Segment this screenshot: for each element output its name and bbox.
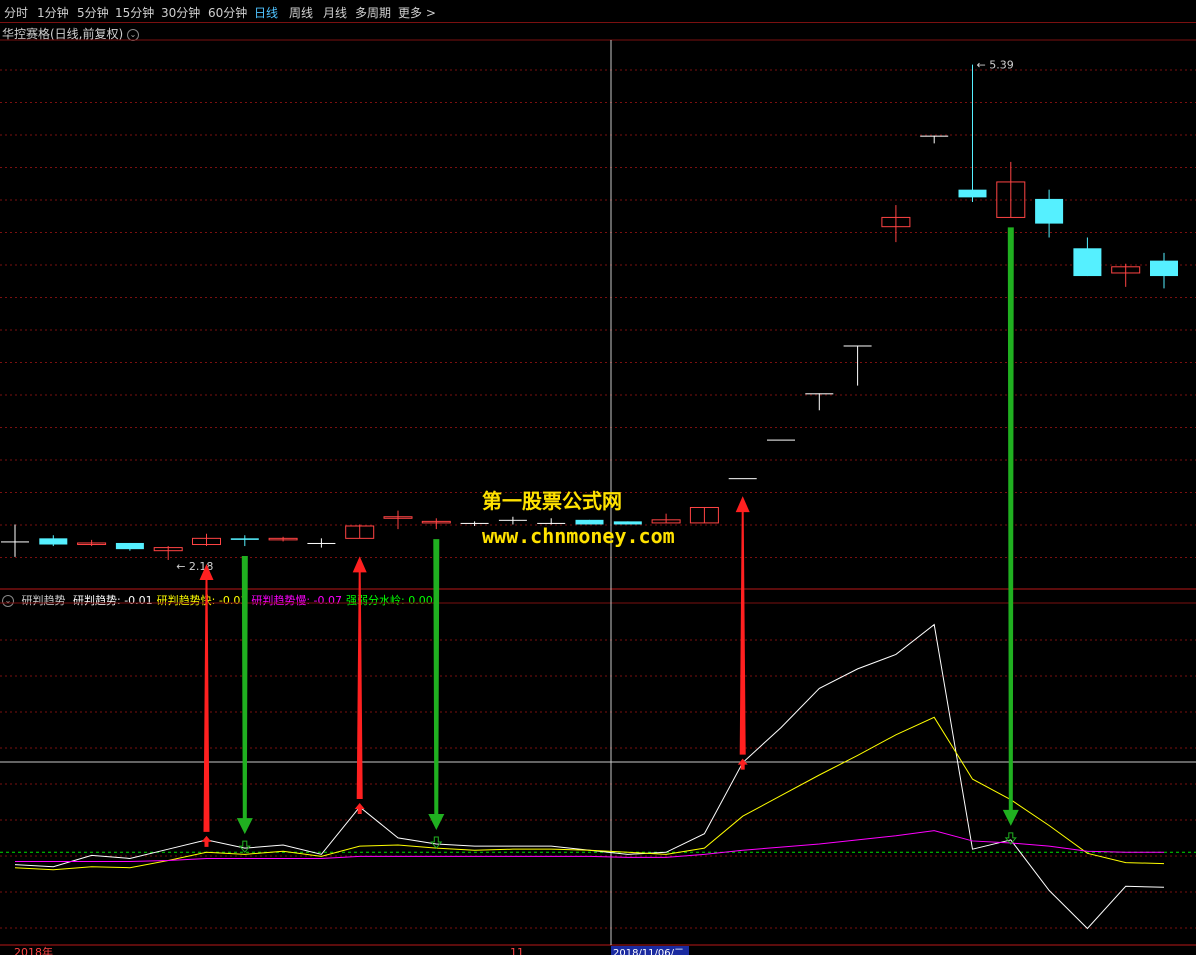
candle-body xyxy=(1073,248,1102,277)
axis-month-label: 11 xyxy=(510,946,524,955)
axis-year-label: 2018年 xyxy=(14,945,53,955)
sell-marker-icon xyxy=(430,836,443,849)
buy-marker-icon xyxy=(354,802,365,814)
candle-body xyxy=(115,542,144,550)
candle-body xyxy=(805,393,834,395)
indicator-line-1 xyxy=(14,716,1165,871)
kline-chart[interactable]: ← 2.18← 5.392018年 11 2018/11/06/二第一股票公式网ww… xyxy=(0,0,1196,955)
candle-body xyxy=(767,439,795,441)
candle-body xyxy=(843,345,872,347)
candle-body xyxy=(1035,198,1064,224)
candle-body xyxy=(1150,260,1178,277)
buy-arrow xyxy=(199,564,214,832)
watermark-url: www.chnmoney.com xyxy=(482,524,675,548)
candle-body xyxy=(728,478,757,480)
buy-marker-icon xyxy=(737,758,748,770)
candle-body xyxy=(958,189,987,198)
candle-body xyxy=(498,519,527,521)
buy-arrow xyxy=(352,556,367,799)
candle-body xyxy=(1,541,29,543)
sell-arrow xyxy=(1002,227,1019,826)
sell-marker-icon xyxy=(238,840,251,853)
price-high-label: ← 5.39 xyxy=(977,59,1014,72)
candle-body xyxy=(39,538,68,545)
candle-body xyxy=(230,538,259,540)
candle-body xyxy=(920,135,949,137)
buy-marker-icon xyxy=(201,835,212,847)
candle-body xyxy=(307,542,336,544)
sell-arrow xyxy=(428,539,445,831)
cursor-date-label: 2018/11/06/二 xyxy=(613,948,684,955)
watermark-title: 第一股票公式网 xyxy=(482,489,622,513)
sell-arrow xyxy=(236,556,253,835)
indicator-line-0 xyxy=(14,623,1165,930)
indicator-line-2 xyxy=(15,830,1164,863)
buy-arrow xyxy=(735,496,750,755)
sell-marker-icon xyxy=(1004,832,1017,845)
